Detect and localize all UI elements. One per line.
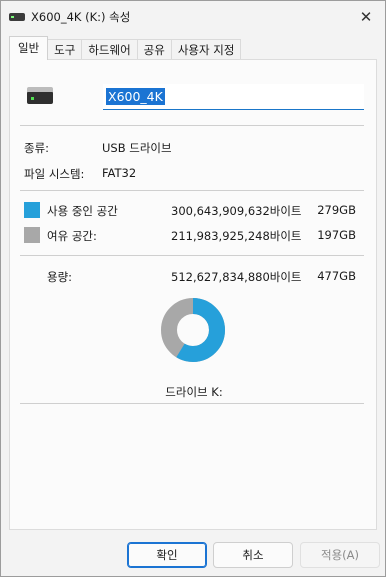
tab-general[interactable]: 일반	[9, 36, 49, 60]
free-space-label: 여유 공간:	[47, 229, 97, 243]
type-value: USB 드라이브	[102, 141, 172, 155]
apply-button[interactable]: 적용(A)	[300, 542, 380, 568]
usb-drive-icon	[27, 87, 53, 104]
capacity-bytes: 512,627,834,880바이트	[171, 270, 302, 284]
title-bar: X600_4K (K:) 속성 ✕	[1, 1, 385, 33]
tab-sharing[interactable]: 공유	[136, 39, 172, 60]
properties-window: X600_4K (K:) 속성 ✕ 일반 도구 하드웨어 공유 사용자 지정 X…	[0, 0, 386, 577]
divider	[20, 255, 364, 256]
ok-button[interactable]: 확인	[127, 542, 207, 568]
filesystem-label: 파일 시스템:	[24, 167, 85, 181]
drive-icon	[9, 13, 25, 21]
capacity-gb: 477GB	[317, 269, 356, 283]
drive-name-value[interactable]: X600_4K	[106, 88, 165, 105]
free-space-swatch	[24, 227, 40, 243]
tab-customize[interactable]: 사용자 지정	[170, 39, 242, 60]
close-icon: ✕	[359, 8, 373, 26]
free-space-bytes: 211,983,925,248바이트	[171, 229, 302, 243]
used-space-swatch	[24, 202, 40, 218]
capacity-label: 용량:	[47, 270, 73, 284]
filesystem-value: FAT32	[102, 166, 137, 180]
free-space-gb: 197GB	[317, 228, 356, 242]
type-label: 종류:	[24, 141, 50, 155]
used-space-gb: 279GB	[317, 203, 356, 217]
cancel-button[interactable]: 취소	[213, 542, 293, 568]
divider	[20, 403, 364, 404]
general-panel: X600_4K 종류: USB 드라이브 파일 시스템: FAT32 사용 중인…	[9, 59, 377, 530]
tab-bar: 일반 도구 하드웨어 공유 사용자 지정	[9, 36, 242, 60]
tab-hardware[interactable]: 하드웨어	[81, 39, 138, 60]
drive-caption: 드라이브 K:	[165, 385, 223, 399]
tab-tools[interactable]: 도구	[47, 39, 83, 60]
used-space-label: 사용 중인 공간	[47, 204, 118, 218]
close-button[interactable]: ✕	[355, 7, 377, 27]
used-space-bytes: 300,643,909,632바이트	[171, 204, 302, 218]
usage-donut-chart	[161, 298, 225, 362]
divider	[20, 190, 364, 191]
window-title: X600_4K (K:) 속성	[31, 10, 131, 24]
divider	[20, 125, 364, 126]
